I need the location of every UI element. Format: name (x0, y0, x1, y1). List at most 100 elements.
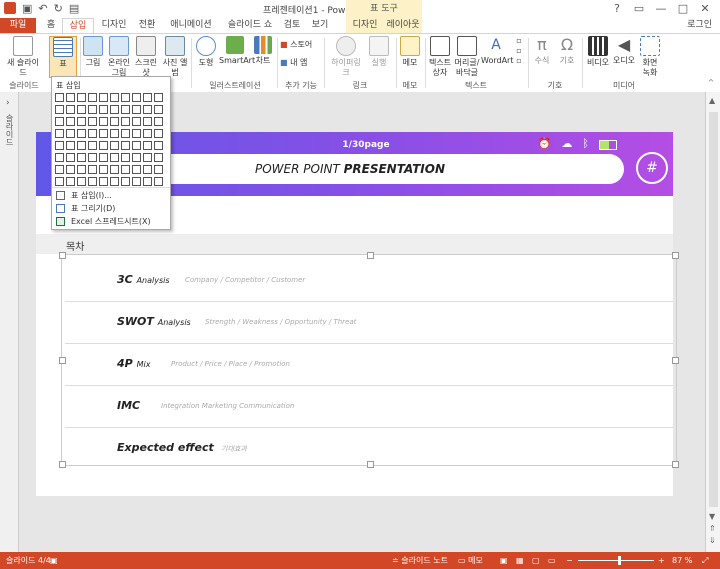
spellcheck-icon[interactable]: ▣ (50, 552, 58, 569)
expand-pane-icon[interactable]: › (6, 98, 10, 108)
grid-cell[interactable] (121, 117, 130, 126)
grid-cell[interactable] (132, 141, 141, 150)
screenshot-button[interactable]: 스크린샷 (133, 36, 159, 78)
grid-cell[interactable] (143, 117, 152, 126)
screen-recording-button[interactable]: 화면 녹화 (638, 36, 662, 78)
grid-cell[interactable] (143, 177, 152, 186)
grid-cell[interactable] (154, 105, 163, 114)
redo-icon[interactable]: ↻ (54, 2, 63, 15)
tab-review[interactable]: 검토 (280, 18, 304, 33)
grid-cell[interactable] (66, 153, 75, 162)
grid-cell[interactable] (132, 129, 141, 138)
grid-cell[interactable] (110, 105, 119, 114)
resize-handle[interactable] (59, 357, 66, 364)
comment-button[interactable]: 메모 (398, 36, 422, 68)
grid-cell[interactable] (77, 177, 86, 186)
smartart-button[interactable]: SmartArt (219, 36, 255, 66)
grid-cell[interactable] (66, 141, 75, 150)
undo-icon[interactable]: ↶ (38, 2, 47, 15)
grid-cell[interactable] (121, 177, 130, 186)
grid-cell[interactable] (110, 141, 119, 150)
scroll-down-icon[interactable]: ▼ (709, 512, 715, 521)
start-slideshow-icon[interactable]: ▤ (69, 2, 79, 15)
grid-cell[interactable] (110, 129, 119, 138)
grid-cell[interactable] (154, 141, 163, 150)
grid-cell[interactable] (121, 105, 130, 114)
grid-cell[interactable] (110, 153, 119, 162)
my-apps-button[interactable]: ■ 내 앱 (280, 58, 318, 68)
scroll-up-icon[interactable]: ▲ (709, 96, 715, 105)
hyperlink-button[interactable]: 하이퍼링크 (328, 36, 364, 78)
grid-cell[interactable] (143, 129, 152, 138)
zoom-level[interactable]: 87 % (672, 552, 692, 569)
grid-cell[interactable] (77, 105, 86, 114)
grid-cell[interactable] (132, 177, 141, 186)
toc-table[interactable]: 3C Analysis Company / Competitor / Custo… (59, 252, 679, 468)
sign-in-link[interactable]: 로그인 (687, 18, 712, 33)
grid-cell[interactable] (154, 93, 163, 102)
collapse-ribbon-icon[interactable]: ^ (706, 78, 716, 88)
grid-cell[interactable] (121, 129, 130, 138)
resize-handle[interactable] (367, 252, 374, 259)
save-icon[interactable]: ▣ (22, 2, 32, 15)
grid-cell[interactable] (143, 93, 152, 102)
zoom-slider-thumb[interactable] (618, 556, 621, 565)
grid-cell[interactable] (55, 165, 64, 174)
grid-cell[interactable] (55, 153, 64, 162)
ribbon-display-button[interactable]: ▭ (628, 0, 650, 18)
photo-album-button[interactable]: 사진 앨범 (162, 36, 188, 78)
new-slide-button[interactable]: 새 슬라이드 (4, 36, 42, 78)
grid-cell[interactable] (66, 129, 75, 138)
notes-button[interactable]: ≐ 슬라이드 노트 (392, 552, 448, 569)
grid-cell[interactable] (77, 93, 86, 102)
next-slide-icon[interactable]: ⇓ (709, 536, 716, 545)
grid-cell[interactable] (88, 117, 97, 126)
grid-cell[interactable] (88, 153, 97, 162)
chart-button[interactable]: 차트 (253, 36, 273, 66)
grid-cell[interactable] (66, 165, 75, 174)
close-button[interactable]: ✕ (694, 0, 716, 18)
picture-button[interactable]: 그림 (82, 36, 104, 68)
fit-slide-icon[interactable]: ⤢ (702, 552, 708, 569)
insert-table-menu-item[interactable]: 표 삽입(I)... (54, 189, 166, 202)
slide-sorter-icon[interactable]: ▦ (516, 552, 524, 569)
reading-view-icon[interactable]: ▢ (532, 552, 540, 569)
vertical-scrollbar[interactable]: ▲ ▼ ⇑ ⇓ (705, 92, 720, 552)
grid-cell[interactable] (110, 93, 119, 102)
tab-table-design[interactable]: 디자인 (346, 18, 384, 33)
symbol-button[interactable]: Ω 기호 (556, 36, 578, 66)
grid-cell[interactable] (88, 93, 97, 102)
grid-cell[interactable] (132, 165, 141, 174)
help-button[interactable]: ? (606, 0, 628, 18)
grid-cell[interactable] (77, 129, 86, 138)
grid-cell[interactable] (99, 93, 108, 102)
tab-file[interactable]: 파일 (0, 18, 36, 33)
grid-cell[interactable] (88, 141, 97, 150)
shapes-button[interactable]: 도형 (194, 36, 218, 68)
grid-cell[interactable] (154, 153, 163, 162)
grid-cell[interactable] (55, 105, 64, 114)
resize-handle[interactable] (672, 461, 679, 468)
table-row[interactable]: IMC Integration Marketing Communication (65, 385, 673, 428)
comments-button[interactable]: ▭ 메모 (458, 552, 483, 569)
grid-cell[interactable] (99, 165, 108, 174)
grid-cell[interactable] (121, 153, 130, 162)
grid-cell[interactable] (55, 93, 64, 102)
zoom-out-icon[interactable]: − (566, 552, 573, 569)
zoom-slider-track[interactable] (578, 560, 654, 561)
resize-handle[interactable] (672, 252, 679, 259)
grid-cell[interactable] (154, 165, 163, 174)
grid-cell[interactable] (121, 141, 130, 150)
header-footer-button[interactable]: 머리글/ 바닥글 (454, 36, 480, 78)
grid-cell[interactable] (77, 141, 86, 150)
tab-animations[interactable]: 애니메이션 (164, 18, 218, 33)
grid-cell[interactable] (99, 105, 108, 114)
grid-cell[interactable] (77, 153, 86, 162)
grid-cell[interactable] (132, 105, 141, 114)
normal-view-icon[interactable]: ▣ (500, 552, 508, 569)
grid-cell[interactable] (88, 105, 97, 114)
grid-cell[interactable] (143, 105, 152, 114)
tab-home[interactable]: 홈 (40, 18, 62, 33)
grid-cell[interactable] (121, 165, 130, 174)
tab-table-layout[interactable]: 레이아웃 (384, 18, 422, 33)
